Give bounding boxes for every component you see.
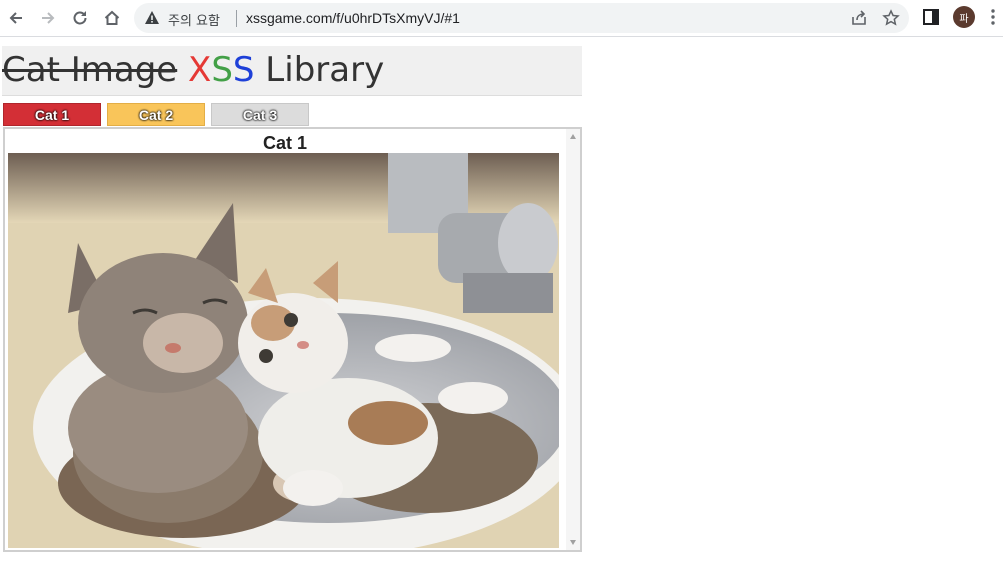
title-letter-s2: S [232, 50, 255, 90]
side-panel-icon[interactable] [922, 8, 940, 26]
title-library: Library [254, 50, 385, 90]
content-frame: Cat 1 [3, 127, 582, 552]
more-menu-icon[interactable] [988, 8, 998, 26]
share-icon[interactable] [850, 9, 868, 27]
star-icon[interactable] [882, 9, 900, 27]
forward-button[interactable] [35, 5, 61, 31]
home-button[interactable] [99, 5, 125, 31]
page-header: Cat Image XSS Library [2, 46, 582, 96]
scroll-up-arrow-icon[interactable] [569, 133, 577, 141]
reload-icon [73, 11, 87, 25]
address-divider [236, 10, 237, 27]
forward-arrow-icon [42, 12, 55, 24]
cat-image [8, 153, 559, 548]
scroll-down-arrow-icon[interactable] [569, 538, 577, 546]
home-icon [104, 10, 120, 25]
tab-cat-3[interactable]: Cat 3 [211, 103, 309, 126]
title-strikethrough: Cat Image [2, 50, 178, 90]
title-letter-x: X [188, 50, 212, 90]
tab-cat-2[interactable]: Cat 2 [107, 103, 205, 126]
security-label[interactable]: 주의 요함 [168, 10, 220, 29]
browser-toolbar: 주의 요함 xssgame.com/f/u0hrDTsXmyVJ/#1 파 [0, 0, 1003, 37]
reload-button[interactable] [67, 5, 93, 31]
address-bar[interactable]: 주의 요함 xssgame.com/f/u0hrDTsXmyVJ/#1 [134, 3, 909, 33]
url-text[interactable]: xssgame.com/f/u0hrDTsXmyVJ/#1 [246, 10, 460, 26]
back-arrow-icon [9, 12, 22, 24]
tab-cat-1[interactable]: Cat 1 [3, 103, 101, 126]
title-letter-s1: S [211, 50, 233, 90]
profile-avatar[interactable]: 파 [953, 6, 975, 28]
cat-heading: Cat 1 [262, 133, 307, 153]
page-title: Cat Image XSS Library [2, 49, 384, 91]
vertical-scrollbar[interactable] [566, 129, 580, 550]
warning-icon[interactable] [144, 10, 160, 26]
back-button[interactable] [3, 5, 29, 31]
